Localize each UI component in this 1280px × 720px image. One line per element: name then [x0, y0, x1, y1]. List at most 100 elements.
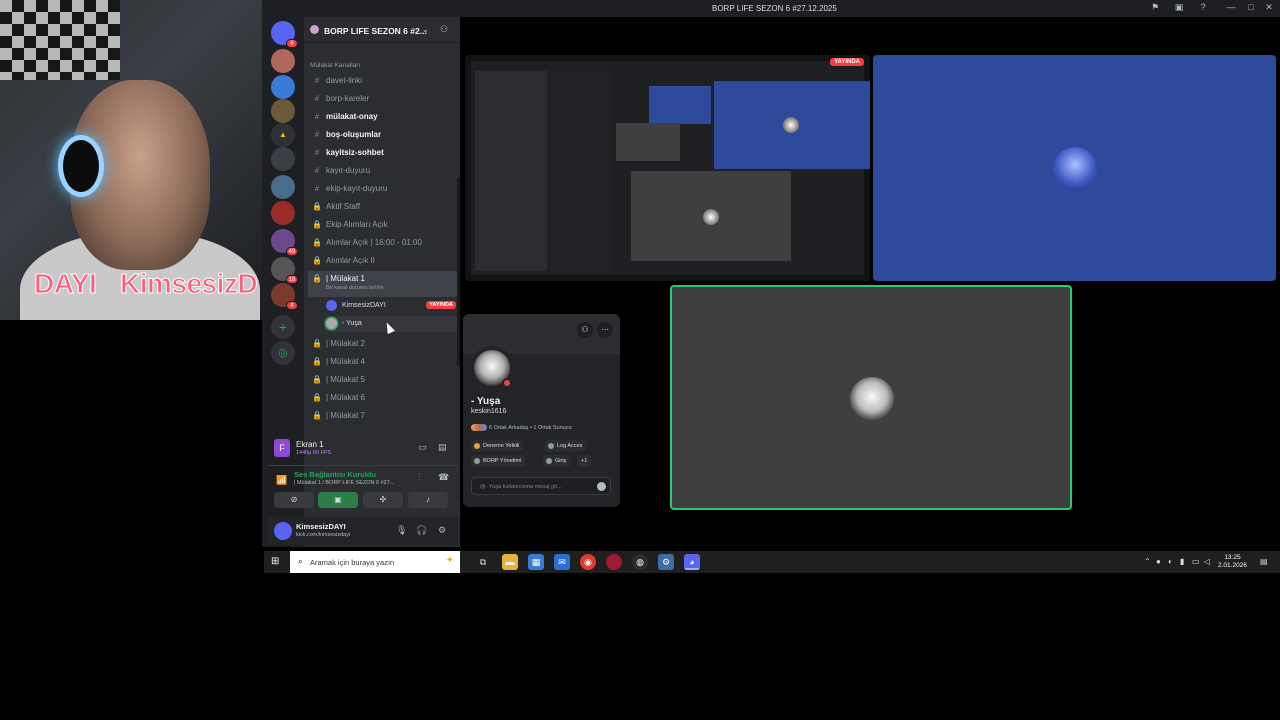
headphones-icon[interactable]: 🎧 — [416, 525, 427, 536]
server-folder-icon[interactable]: 49 — [271, 229, 298, 256]
tray-app-icon[interactable]: ◐ — [1168, 557, 1173, 566]
search-highlight-icon: ✦ — [445, 555, 454, 566]
server-icon[interactable] — [271, 175, 295, 199]
server-icon[interactable] — [271, 147, 295, 171]
server-icon[interactable] — [271, 201, 295, 225]
tray-chevron-icon[interactable]: ⌃ — [1144, 557, 1151, 566]
server-folder-icon[interactable]: 18 — [271, 257, 298, 284]
discover-icon[interactable]: ◎ — [271, 341, 295, 365]
channel-category[interactable]: Mülakat Kanalları — [310, 62, 360, 69]
noise-suppression-icon[interactable]: ⫶ — [418, 472, 420, 483]
role-tag: Deneme Yetkili — [471, 440, 524, 452]
voice-location[interactable]: | Mülakat 1 / BORP LIFE SEZON 6 #27... — [294, 480, 394, 486]
minimize-button[interactable]: — — [1224, 2, 1238, 14]
activities-button[interactable]: ✣ — [363, 492, 403, 508]
voice-channel-item[interactable]: 🔒 Alımlar Açık | 16:00 - 01:00 — [304, 235, 456, 251]
tray-app-icon[interactable]: ● — [1156, 557, 1161, 566]
discord-taskbar-icon[interactable]: ◕ — [684, 554, 700, 570]
voice-channel-item[interactable]: 🔒 | Mülakat 7 — [304, 408, 456, 424]
voice-channel-item[interactable]: 🔒 Aktif Staff — [304, 199, 456, 215]
voice-channel-item[interactable]: 🔒 Ekip Alımları Açık — [304, 217, 456, 233]
add-member-icon[interactable]: ⚇ — [440, 24, 448, 35]
help-icon[interactable]: ? — [1196, 2, 1210, 14]
role-dot — [548, 443, 554, 449]
voice-status[interactable]: Ses Bağlantısı Kuruldu — [294, 470, 376, 479]
inbox-icon[interactable]: ▣ — [1172, 2, 1186, 14]
network-icon[interactable]: ▭ — [1192, 557, 1200, 566]
lock-icon: 🔒 — [312, 357, 322, 366]
obs-icon[interactable]: ◍ — [632, 554, 648, 570]
voice-channel-item[interactable]: 🔒 | Mülakat 2 — [304, 336, 456, 352]
avatar[interactable] — [274, 522, 292, 540]
participant-tile[interactable] — [873, 55, 1276, 281]
windows-start-icon[interactable]: ⊞ — [271, 556, 283, 568]
stop-share-icon[interactable]: ▤ — [438, 442, 447, 453]
channel-item[interactable]: # ekip-kayıt-duyuru — [304, 181, 456, 197]
channel-item[interactable]: # borp-kareler — [304, 91, 456, 107]
more-roles[interactable]: +1 — [577, 455, 592, 467]
add-server-icon[interactable]: + — [271, 315, 295, 339]
voice-channel-item[interactable]: 🔒 | Mülakat 4 — [304, 354, 456, 370]
avatar — [1053, 147, 1097, 191]
server-icon[interactable] — [271, 99, 295, 123]
voice-channel-selected[interactable]: 🔒 | Mülakat 1 Bir kanal durumu belirle — [308, 271, 458, 297]
store-icon[interactable]: ▦ — [528, 554, 544, 570]
server-icon[interactable]: 4 — [271, 283, 298, 310]
chrome-icon[interactable]: ◉ — [580, 554, 596, 570]
mutual-avatars — [471, 424, 487, 431]
lock-icon: 🔒 — [312, 411, 322, 420]
server-icon[interactable] — [271, 75, 295, 99]
maximize-button[interactable]: □ — [1244, 2, 1258, 14]
more-options-icon[interactable]: ⋯ — [597, 322, 613, 338]
share-screen-button[interactable]: ▣ — [318, 492, 358, 508]
soundboard-button[interactable]: ♪ — [408, 492, 448, 508]
tray-mic-icon[interactable]: ▮ — [1180, 557, 1184, 566]
discord-home-icon[interactable]: 6 — [271, 21, 298, 48]
mail-icon[interactable]: ✉ — [554, 554, 570, 570]
checker-flag — [0, 0, 120, 80]
emoji-icon[interactable] — [597, 482, 606, 491]
channel-item[interactable]: # mülakat-onay — [304, 109, 456, 125]
file-explorer-icon[interactable]: ▬ — [502, 554, 518, 570]
channel-item[interactable]: # kayıt-duyuru — [304, 163, 456, 179]
clock-time: 13:25 — [1224, 554, 1241, 561]
disconnect-icon[interactable]: ☎ — [438, 472, 449, 483]
windows-taskbar: ⊞ ⌕ Aramak için buraya yazın ✦ ⧉ ▬ ▦ ✉ ◉… — [264, 551, 1280, 573]
headphone-icon — [58, 135, 104, 197]
participant-tile-speaking[interactable] — [670, 285, 1072, 510]
voice-channel-item[interactable]: 🔒 | Mülakat 5 — [304, 372, 456, 388]
app-icon[interactable]: ⚙ — [658, 554, 674, 570]
unread-badge: 49 — [286, 247, 298, 256]
microphone-icon[interactable]: 🎙 — [396, 525, 407, 536]
notifications-icon[interactable]: ▤ — [1260, 557, 1268, 566]
settings-gear-icon[interactable]: ⚙ — [438, 525, 446, 536]
channel-item[interactable]: # kayitsiz-sohbet — [304, 145, 456, 161]
camera-off-button[interactable]: ⊘ — [274, 492, 314, 508]
task-view-icon[interactable]: ⧉ — [475, 554, 491, 570]
taskbar-clock[interactable]: 13:25 2.01.2026 — [1218, 554, 1247, 570]
server-icon-borp[interactable] — [271, 49, 295, 73]
channel-status[interactable]: Bir kanal durumu belirle — [326, 285, 384, 291]
stream-tile-screen[interactable]: YAYINDA — [465, 55, 870, 281]
volume-icon[interactable]: ◁ — [1204, 557, 1210, 566]
unread-badge: 4 — [286, 301, 298, 310]
voice-user[interactable]: KimsesizDAYI YAYINDA — [324, 298, 458, 314]
channel-item[interactable]: # davet-linki — [304, 73, 456, 89]
server-header[interactable]: BORP LIFE SEZON 6 #2... ⌄ ⚇ — [304, 17, 460, 43]
voice-channel-item[interactable]: 🔒 Alımlar Açık II — [304, 253, 456, 269]
server-icon[interactable]: ▲ — [271, 123, 295, 147]
taskbar-search[interactable]: ⌕ Aramak için buraya yazın ✦ — [290, 551, 460, 573]
direct-message-input[interactable]: @- Yuşa kullanıcısına mesaj gö... — [471, 477, 611, 495]
app-icon[interactable] — [606, 554, 622, 570]
add-friend-icon[interactable]: ⚇ — [577, 322, 593, 338]
flag-icon[interactable]: ⚑ — [1148, 2, 1162, 14]
mutuals[interactable]: 6 Ortak Arkadaş • 1 Ortak Sunucu — [471, 424, 572, 431]
role-dot — [546, 458, 552, 464]
lock-icon: 🔒 — [312, 375, 322, 384]
voice-channel-item[interactable]: 🔒 | Mülakat 6 — [304, 390, 456, 406]
user-name[interactable]: KimsesizDAYI — [296, 522, 346, 531]
channel-item[interactable]: # boş-oluşumlar — [304, 127, 456, 143]
close-button[interactable]: ✕ — [1262, 2, 1276, 14]
role-dot — [474, 458, 480, 464]
monitor-icon[interactable]: ▭ — [418, 442, 427, 453]
